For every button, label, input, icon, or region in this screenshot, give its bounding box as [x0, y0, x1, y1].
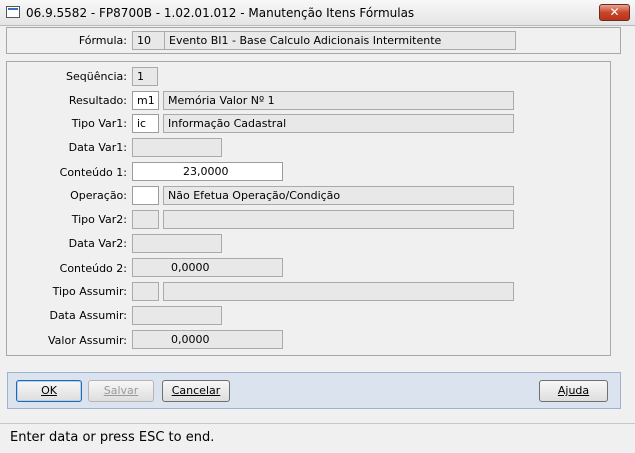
data-var2-label: Data Var2: — [68, 237, 127, 250]
tipo-var1-description-field: Informação Cadastral — [163, 114, 514, 133]
valor-assumir-label: Valor Assumir: — [48, 334, 127, 347]
data-var2-field — [132, 234, 222, 253]
ok-button[interactable]: OK — [16, 380, 82, 402]
formula-description-field: Evento BI1 - Base Calculo Adicionais Int… — [164, 31, 516, 50]
tipo-var1-label: Tipo Var1: — [71, 117, 127, 130]
ajuda-button-label: Ajuda — [557, 384, 590, 397]
cancelar-button-label: Cancelar — [171, 384, 221, 397]
tipo-var2-label: Tipo Var2: — [71, 213, 127, 226]
tipo-assumir-description-field — [163, 282, 514, 301]
sequencia-field: 1 — [132, 67, 158, 86]
tipo-var1-code-input[interactable]: ic — [132, 114, 159, 133]
tipo-assumir-label: Tipo Assumir: — [52, 285, 127, 298]
sequencia-label: Seqüência: — [66, 70, 127, 83]
button-bar: OK Salvar Cancelar Ajuda — [7, 372, 621, 409]
salvar-button-label: Salvar — [103, 384, 139, 397]
formula-panel: Fórmula: 10 Evento BI1 - Base Calculo Ad… — [6, 27, 621, 54]
tipo-assumir-code-field — [132, 282, 159, 301]
salvar-button[interactable]: Salvar — [88, 380, 154, 402]
data-assumir-label: Data Assumir: — [49, 309, 127, 322]
conteudo2-field: 0,0000 — [132, 258, 283, 277]
operacao-label: Operação: — [70, 189, 127, 202]
formula-code-field: 10 — [132, 31, 165, 50]
conteudo1-label: Conteúdo 1: — [59, 166, 127, 179]
status-text: Enter data or press ESC to end. — [10, 430, 215, 445]
close-button[interactable]: ✕ — [599, 4, 630, 21]
conteudo1-input[interactable]: 23,0000 — [132, 162, 283, 181]
tipo-var2-description-field — [163, 210, 514, 229]
ajuda-button[interactable]: Ajuda — [539, 380, 608, 402]
window-title: 06.9.5582 - FP8700B - 1.02.01.012 - Manu… — [26, 6, 415, 20]
cancelar-button[interactable]: Cancelar — [162, 380, 230, 402]
resultado-label: Resultado: — [68, 94, 127, 107]
data-var1-label: Data Var1: — [68, 141, 127, 154]
tipo-var2-code-field — [132, 210, 159, 229]
resultado-description-field: Memória Valor Nº 1 — [163, 91, 514, 110]
fields-panel: Seqüência: 1 Resultado: m1 Memória Valor… — [6, 61, 611, 356]
operacao-description-field: Não Efetua Operação/Condição — [163, 186, 514, 205]
ok-button-label: OK — [41, 384, 57, 397]
formula-label: Fórmula: — [78, 34, 127, 47]
data-assumir-field — [132, 306, 222, 325]
valor-assumir-field: 0,0000 — [132, 330, 283, 349]
resultado-code-input[interactable]: m1 — [132, 91, 159, 110]
title-bar: 06.9.5582 - FP8700B - 1.02.01.012 - Manu… — [0, 0, 635, 26]
conteudo2-label: Conteúdo 2: — [59, 262, 127, 275]
window-icon[interactable] — [6, 6, 20, 18]
data-var1-field — [132, 138, 222, 157]
operacao-code-input[interactable] — [132, 186, 159, 205]
status-bar: Enter data or press ESC to end. — [0, 423, 635, 453]
